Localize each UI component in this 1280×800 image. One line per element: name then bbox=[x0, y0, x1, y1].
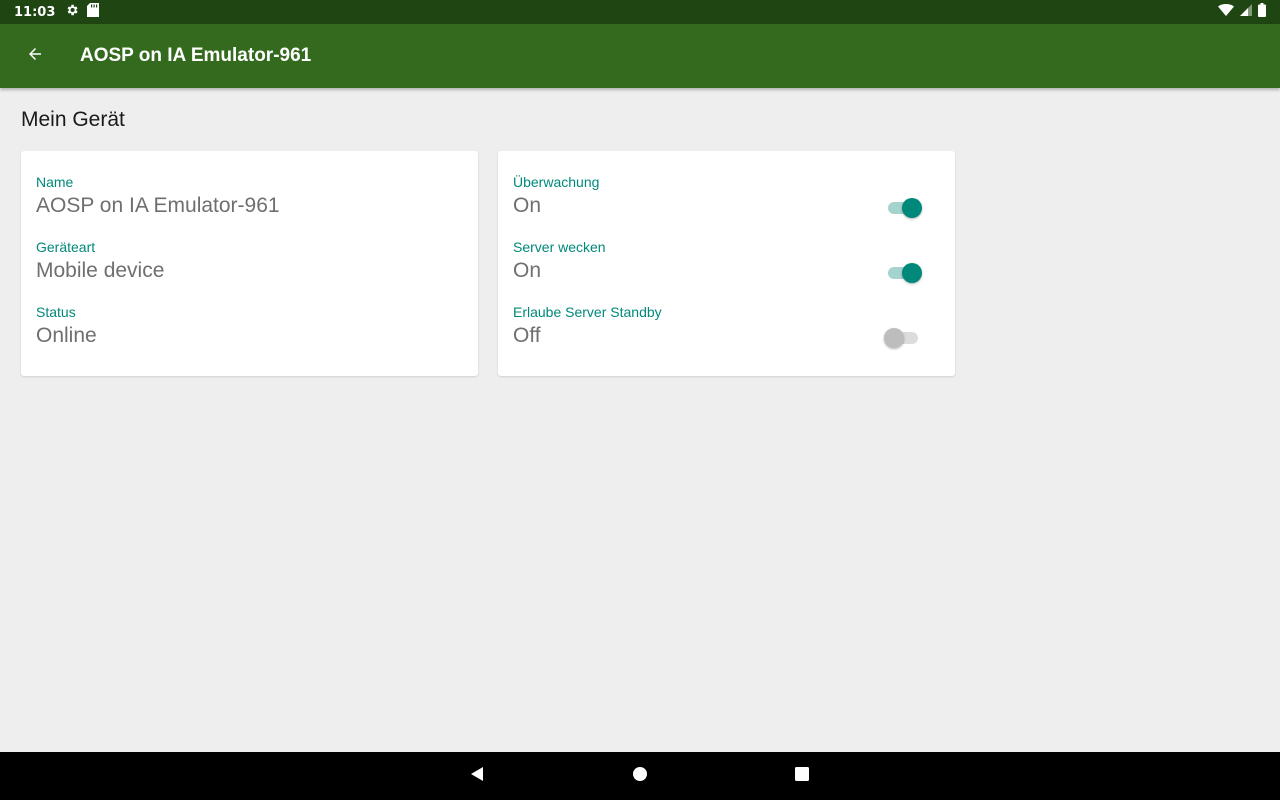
recents-square-icon bbox=[794, 766, 810, 786]
status-left-icons bbox=[65, 3, 100, 21]
field-label: Erlaube Server Standby bbox=[513, 304, 662, 320]
sd-card-icon bbox=[87, 3, 100, 21]
back-button[interactable] bbox=[7, 28, 63, 84]
gear-icon bbox=[65, 3, 79, 21]
app-bar: AOSP on IA Emulator-961 bbox=[0, 24, 1280, 88]
field-value: Off bbox=[513, 324, 541, 347]
wake-server-setting[interactable]: Server wecken On bbox=[513, 239, 940, 299]
field-value: On bbox=[513, 194, 542, 217]
monitoring-setting[interactable]: Überwachung On bbox=[513, 174, 940, 234]
settings-card: Überwachung On Server wecken On Erlaube … bbox=[498, 151, 955, 376]
section-title: Mein Gerät bbox=[21, 108, 125, 131]
device-type-field: Geräteart Mobile device bbox=[36, 239, 463, 299]
nav-recents-button[interactable] bbox=[772, 752, 832, 800]
field-label: Überwachung bbox=[513, 174, 600, 190]
toggle-thumb bbox=[884, 328, 904, 348]
field-value: Mobile device bbox=[36, 259, 165, 282]
home-circle-icon bbox=[632, 766, 648, 786]
signal-icon bbox=[1240, 4, 1252, 20]
nav-back-button[interactable] bbox=[447, 752, 507, 800]
field-value: Online bbox=[36, 324, 97, 347]
status-time: 11:03 bbox=[14, 4, 56, 20]
arrow-left-icon bbox=[26, 45, 44, 67]
back-triangle-icon bbox=[469, 766, 485, 786]
toggle-thumb bbox=[902, 263, 922, 283]
battery-icon bbox=[1258, 3, 1266, 21]
device-name-field: Name AOSP on IA Emulator-961 bbox=[36, 174, 463, 234]
device-info-card: Name AOSP on IA Emulator-961 Geräteart M… bbox=[21, 151, 478, 376]
monitoring-toggle[interactable] bbox=[886, 196, 922, 218]
allow-standby-setting[interactable]: Erlaube Server Standby Off bbox=[513, 304, 940, 364]
wifi-icon bbox=[1218, 4, 1234, 20]
navigation-bar bbox=[0, 752, 1280, 800]
field-label: Geräteart bbox=[36, 239, 96, 255]
app-title: AOSP on IA Emulator-961 bbox=[80, 45, 312, 66]
toggle-thumb bbox=[902, 198, 922, 218]
field-label: Server wecken bbox=[513, 239, 606, 255]
allow-standby-toggle[interactable] bbox=[884, 326, 922, 348]
field-label: Name bbox=[36, 174, 74, 190]
main-content: Mein Gerät Name AOSP on IA Emulator-961 … bbox=[0, 88, 1280, 752]
field-value: AOSP on IA Emulator-961 bbox=[36, 194, 280, 217]
field-label: Status bbox=[36, 304, 76, 320]
status-bar: 11:03 bbox=[0, 0, 1280, 24]
wake-server-toggle[interactable] bbox=[886, 261, 922, 283]
status-right-icons bbox=[1218, 3, 1266, 21]
field-value: On bbox=[513, 259, 542, 282]
device-status-field: Status Online bbox=[36, 304, 463, 364]
nav-home-button[interactable] bbox=[610, 752, 670, 800]
